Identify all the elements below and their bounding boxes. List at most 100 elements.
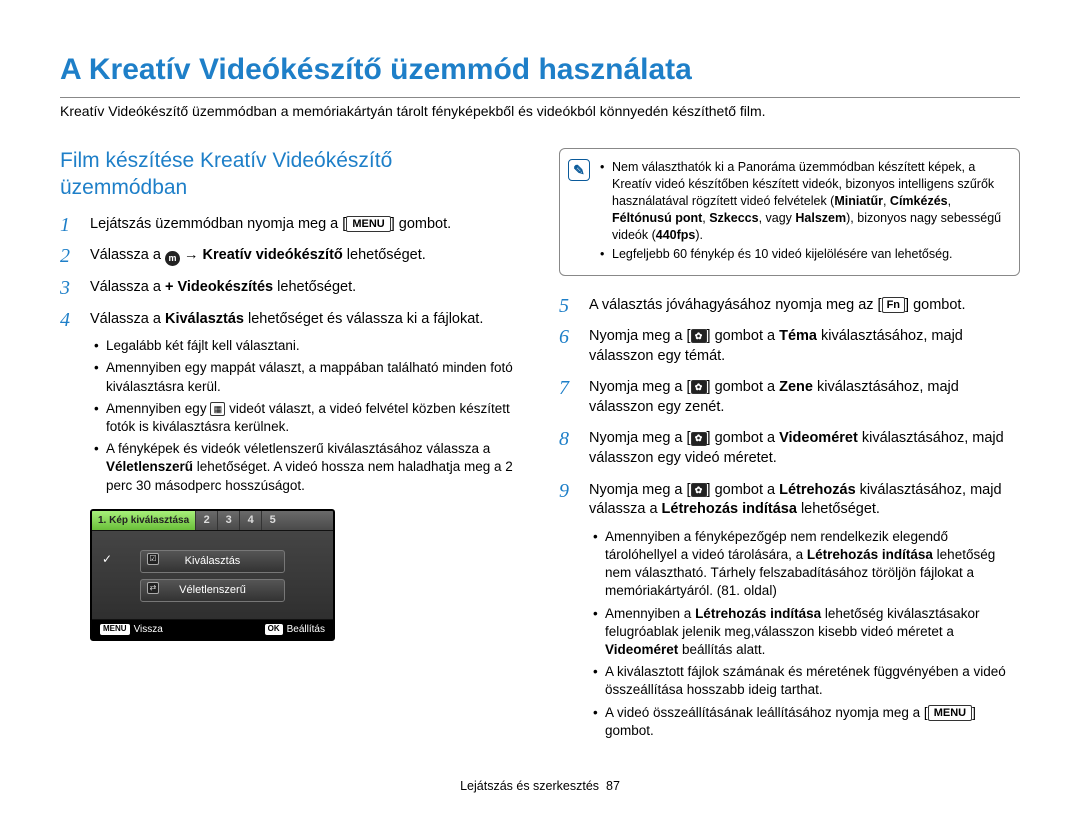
- checkmark-icon: ✓: [102, 551, 112, 567]
- step-7-strong: Zene: [779, 379, 813, 395]
- page-footer: Lejátszás és szerkesztés 87: [0, 778, 1080, 795]
- right-column: ✎ Nem választhatók ki a Panoráma üzemmód…: [559, 148, 1020, 752]
- step-6: 6 Nyomja meg a [✿] gombot a Téma kiválas…: [559, 327, 1020, 366]
- menu-key-mini-icon: MENU: [100, 624, 130, 635]
- step-3: 3 Válassza a + Videokészítés lehetőséget…: [60, 278, 521, 298]
- step-2-text-a: Válassza a: [90, 247, 165, 263]
- raise-icon: ✿: [691, 329, 707, 343]
- raise-icon: ✿: [691, 483, 707, 497]
- step-number: 6: [559, 324, 569, 351]
- s9b2-a: Amennyiben a: [605, 606, 695, 621]
- step-1-text-b: ] gombot.: [391, 216, 451, 232]
- screen-random-pill: ⇄ Véletlenszerű: [140, 579, 285, 602]
- screen-tab-3: 3: [217, 511, 239, 530]
- step-4-bullet-4-pre: A fényképek és videók véletlenszerű kivá…: [106, 441, 490, 456]
- step-8-strong: Videoméret: [779, 430, 858, 446]
- step-number: 8: [559, 426, 569, 453]
- title-rule: [60, 97, 1020, 98]
- step-8-a: Nyomja meg a [: [589, 430, 691, 446]
- screen-set: OK Beállítás: [265, 623, 325, 637]
- section-title: Film készítése Kreatív Videókészítő üzem…: [60, 148, 521, 201]
- step-9-strong1: Létrehozás: [779, 482, 856, 498]
- s9b2-c: beállítás alatt.: [678, 642, 765, 657]
- camera-screenshot: 1. Kép kiválasztása 2 3 4 5 ✓ ☑ Kiválasz…: [90, 509, 335, 642]
- note-b1-c: ).: [695, 228, 703, 242]
- footer-page: 87: [606, 779, 620, 793]
- s9b2-s2: Videoméret: [605, 642, 678, 657]
- page-title: A Kreatív Videókészítő üzemmód használat…: [60, 50, 1020, 91]
- screen-random-label: Véletlenszerű: [179, 583, 246, 598]
- step-9-a: Nyomja meg a [: [589, 482, 691, 498]
- step-5-a: A választás jóváhagyásához nyomja meg az…: [589, 297, 882, 313]
- note-icon: ✎: [568, 159, 590, 181]
- footer-label: Lejátszás és szerkesztés: [460, 779, 599, 793]
- step-7: 7 Nyomja meg a [✿] gombot a Zene kiválas…: [559, 378, 1020, 417]
- note-box: ✎ Nem választhatók ki a Panoráma üzemmód…: [559, 148, 1020, 275]
- mode-icon: m: [165, 251, 180, 266]
- step-5: 5 A választás jóváhagyásához nyomja meg …: [559, 296, 1020, 316]
- step-number: 7: [559, 375, 569, 402]
- note-b1-sep2: ,: [948, 194, 951, 208]
- step-6-a: Nyomja meg a [: [589, 328, 691, 344]
- step-9-b: ] gombot a: [707, 482, 780, 498]
- menu-key-icon: MENU: [928, 705, 972, 721]
- s9b1-strong: Létrehozás indítása: [807, 547, 933, 562]
- step-2-strong: Kreatív videókészítő: [203, 247, 343, 263]
- step-9-bullet-1: Amennyiben a fényképezőgép nem rendelkez…: [593, 528, 1020, 601]
- s9b4-a: A videó összeállításának leállításához n…: [605, 705, 928, 720]
- screen-back-label: Vissza: [134, 623, 163, 637]
- step-3-strong: + Videokészítés: [165, 279, 273, 295]
- step-number: 4: [60, 307, 70, 334]
- screen-select-label: Kiválasztás: [185, 554, 241, 569]
- step-3-text-a: Válassza a: [90, 279, 165, 295]
- step-9-d: lehetőséget.: [797, 501, 880, 517]
- note-b1-or: , vagy: [759, 211, 796, 225]
- step-9-bullet-2: Amennyiben a Létrehozás indítása lehetős…: [593, 605, 1020, 660]
- step-9: 9 Nyomja meg a [✿] gombot a Létrehozás k…: [559, 481, 1020, 741]
- step-1: 1 Lejátszás üzemmódban nyomja meg a [MEN…: [60, 215, 521, 235]
- note-b1-s5: Halszem: [795, 211, 846, 225]
- step-6-b: ] gombot a: [707, 328, 780, 344]
- screen-tab-2: 2: [195, 511, 217, 530]
- step-6-strong: Téma: [779, 328, 817, 344]
- raise-icon: ✿: [691, 432, 707, 446]
- screen-tab-5: 5: [261, 511, 283, 530]
- note-b1-s6: 440fps: [656, 228, 696, 242]
- step-number: 2: [60, 243, 70, 270]
- step-9-bullet-3: A kiválasztott fájlok számának és méreté…: [593, 663, 1020, 699]
- left-column: Film készítése Kreatív Videókészítő üzem…: [60, 148, 521, 752]
- screen-tab-active: 1. Kép kiválasztása: [92, 511, 195, 530]
- note-b1-s1: Miniatűr: [834, 194, 883, 208]
- step-4: 4 Válassza a Kiválasztás lehetőséget és …: [60, 310, 521, 642]
- step-4-bullet-4-strong: Véletlenszerű: [106, 459, 193, 474]
- intro-text: Kreatív Videókészítő üzemmódban a memóri…: [60, 102, 1020, 121]
- note-bullet-2: Legfeljebb 60 fénykép és 10 videó kijelö…: [600, 246, 1007, 263]
- step-8: 8 Nyomja meg a [✿] gombot a Videoméret k…: [559, 429, 1020, 468]
- note-bullet-1: Nem választhatók ki a Panoráma üzemmódba…: [600, 159, 1007, 243]
- screen-back: MENU Vissza: [100, 623, 163, 637]
- step-4-bullet-4: A fényképek és videók véletlenszerű kivá…: [94, 440, 521, 495]
- step-7-a: Nyomja meg a [: [589, 379, 691, 395]
- note-b1-sep1: ,: [883, 194, 890, 208]
- step-4-strong: Kiválasztás: [165, 311, 244, 327]
- step-number: 1: [60, 212, 70, 239]
- note-b1-s4: Szkeccs: [709, 211, 758, 225]
- fn-key-icon: Fn: [882, 297, 905, 313]
- step-8-b: ] gombot a: [707, 430, 780, 446]
- step-2-arrow: →: [180, 247, 203, 263]
- step-number: 9: [559, 478, 569, 505]
- step-4-bullet-3-pre: Amennyiben egy: [106, 401, 210, 416]
- note-b1-s3: Féltónusú pont: [612, 211, 702, 225]
- note-b1-s2: Címkézés: [890, 194, 948, 208]
- step-2: 2 Válassza a m → Kreatív videókészítő le…: [60, 246, 521, 266]
- step-5-b: ] gombot.: [905, 297, 965, 313]
- step-4-text-a: Válassza a: [90, 311, 165, 327]
- step-number: 3: [60, 275, 70, 302]
- step-number: 5: [559, 293, 569, 320]
- select-pill-icon: ☑: [147, 553, 159, 565]
- s9b2-s1: Létrehozás indítása: [695, 606, 821, 621]
- step-9-bullet-4: A videó összeállításának leállításához n…: [593, 704, 1020, 740]
- step-9-strong2: Létrehozás indítása: [662, 501, 797, 517]
- menu-key-icon: MENU: [346, 216, 390, 232]
- raise-icon: ✿: [691, 380, 707, 394]
